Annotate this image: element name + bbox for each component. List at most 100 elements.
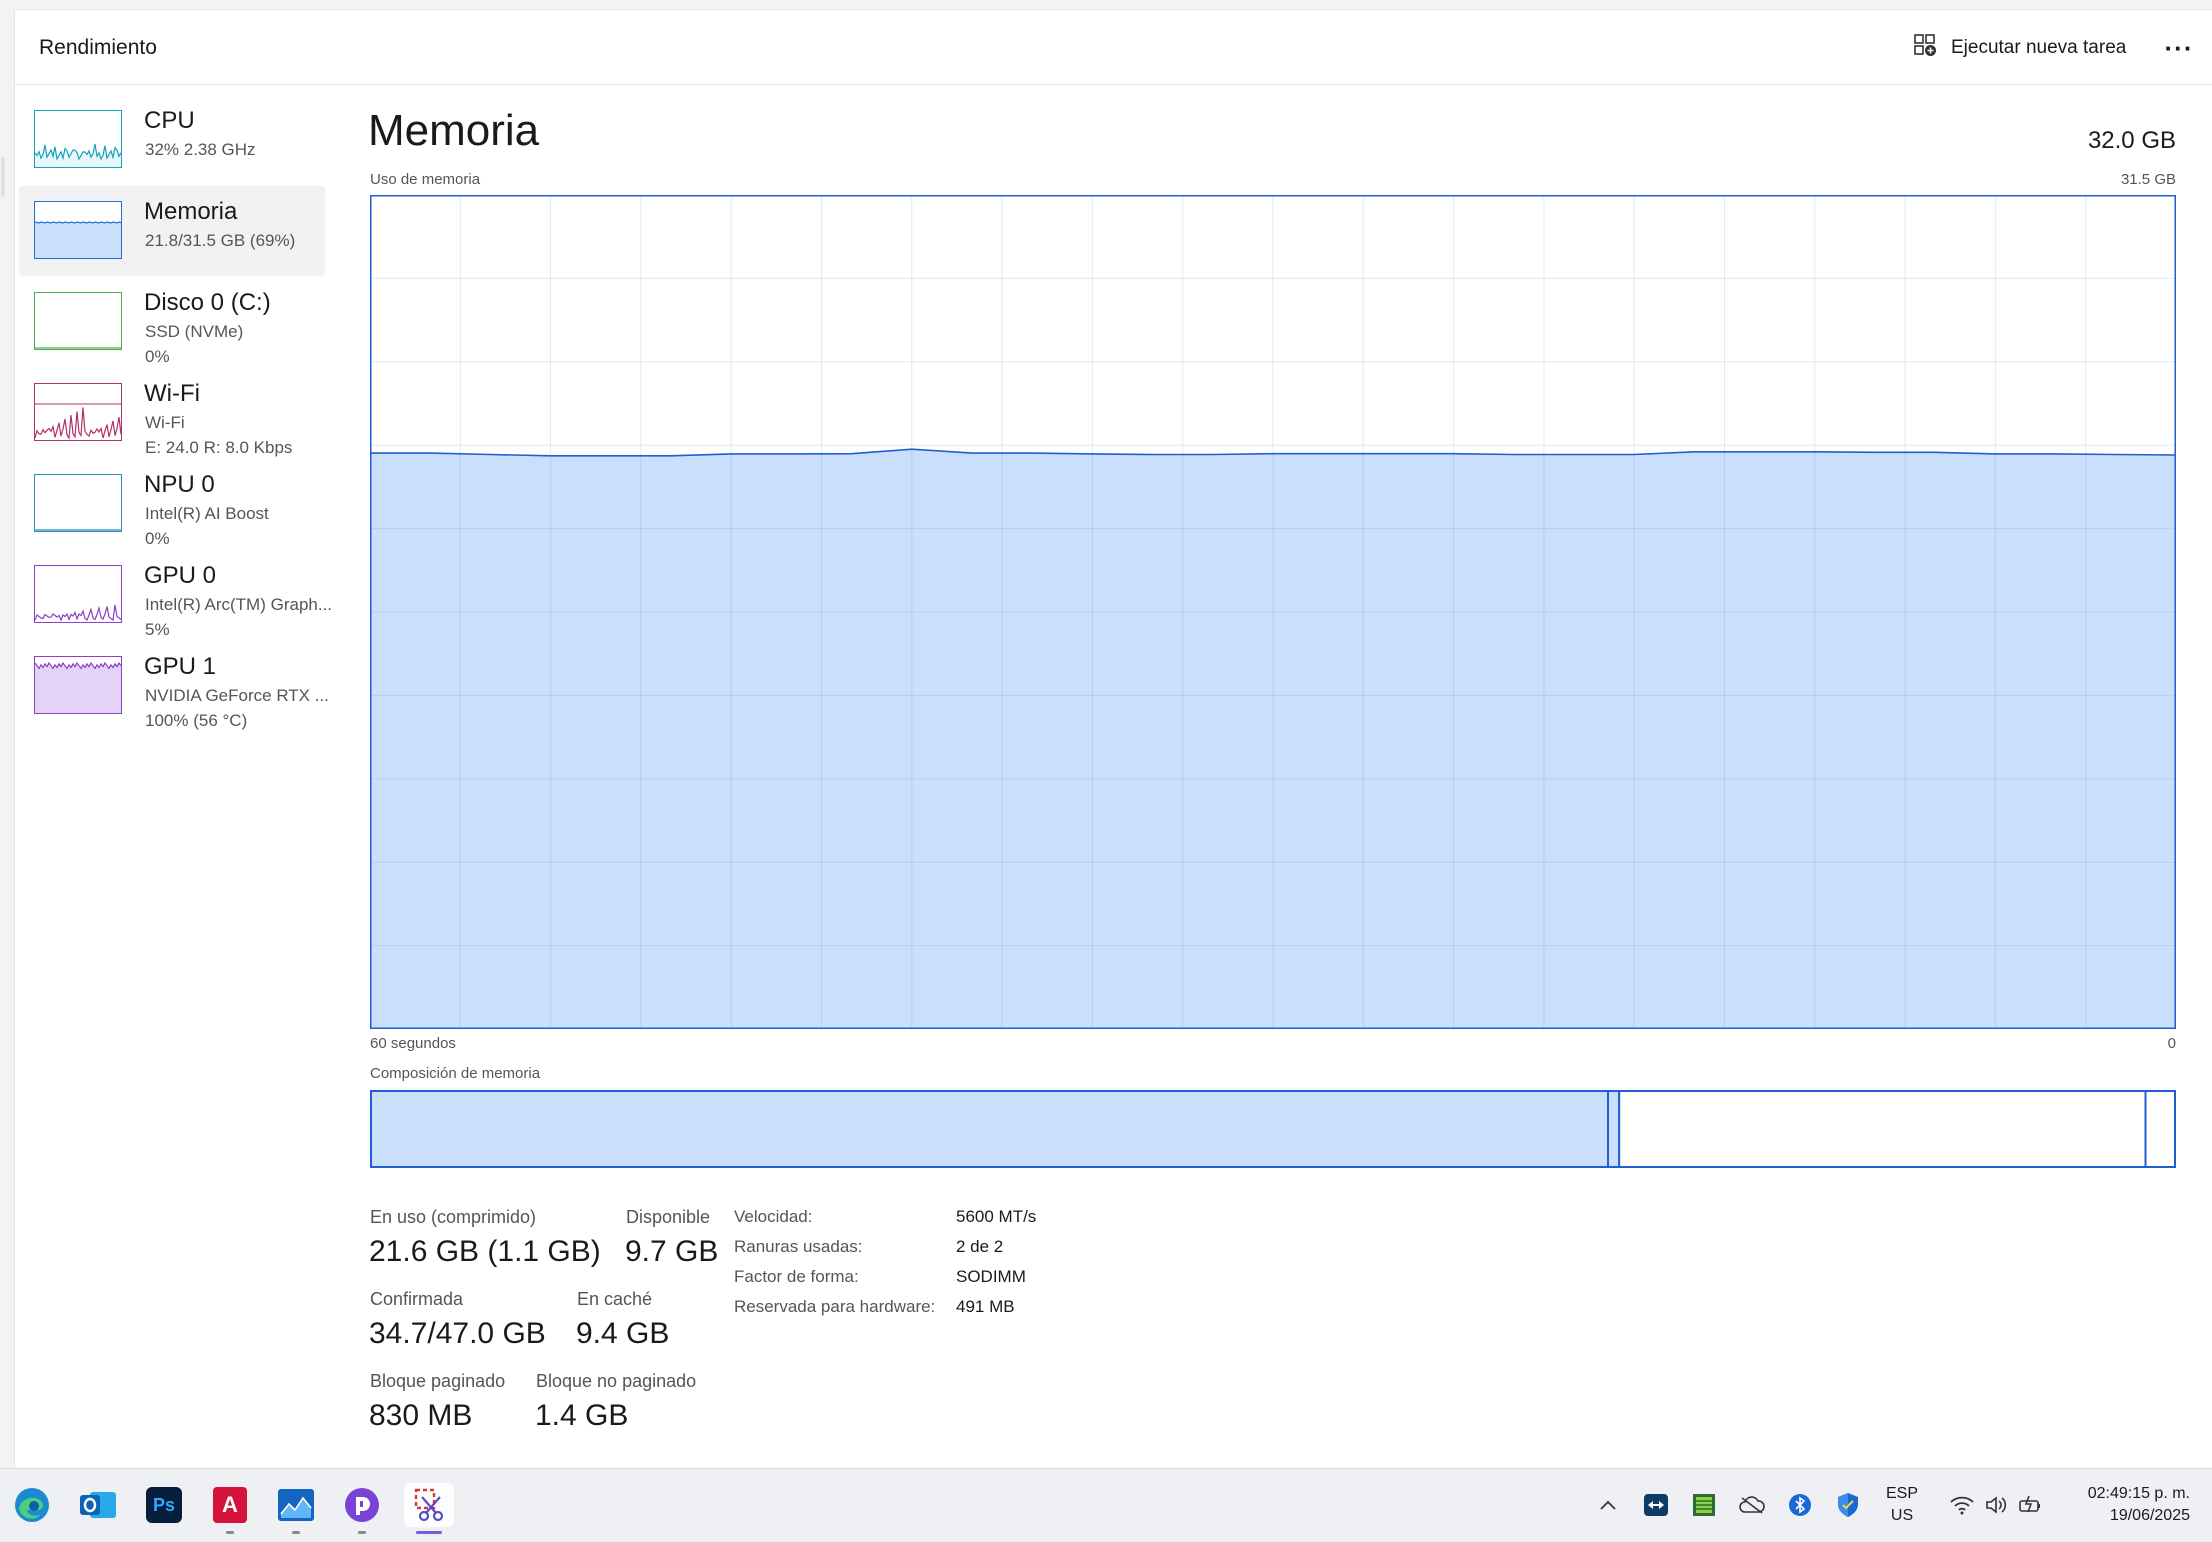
sidebar-item-name: GPU 1 bbox=[144, 653, 217, 680]
clock-time: 02:49:15 p. m. bbox=[2087, 1485, 2190, 1502]
sidebar-item-detail: 32% 2.38 GHz bbox=[145, 140, 256, 159]
run-new-task-label: Ejecutar nueva tarea bbox=[1951, 37, 2127, 58]
in-use-value: 21.6 GB (1.1 GB) bbox=[369, 1235, 601, 1268]
detail-value: SODIMM bbox=[956, 1267, 1026, 1286]
sidebar-item-npu-0[interactable]: NPU 0 Intel(R) AI Boost 0% bbox=[19, 459, 325, 549]
thumbnail-line bbox=[35, 407, 121, 440]
sidebar: CPU 32% 2.38 GHz Memoria 21.8/31.5 GB (69%)… bbox=[1, 85, 333, 1465]
sidebar-item-name: Disco 0 (C:) bbox=[144, 289, 271, 316]
run-new-task-button[interactable]: Ejecutar nueva tarea bbox=[1913, 32, 2126, 64]
autocad-icon[interactable]: A bbox=[208, 1483, 252, 1527]
more-options-button[interactable]: ··· bbox=[2159, 32, 2199, 64]
cached-label: En caché bbox=[577, 1289, 653, 1309]
nonpaged-pool-label: Bloque no paginado bbox=[536, 1371, 697, 1391]
available-label: Disponible bbox=[626, 1207, 711, 1227]
memory-usage-max: 31.5 GB bbox=[2120, 171, 2176, 188]
detail-key: Factor de forma: bbox=[734, 1267, 859, 1286]
sidebar-item-name: NPU 0 bbox=[144, 471, 215, 498]
photoshop-icon[interactable]: Ps bbox=[142, 1483, 186, 1527]
sidebar-thumbnail-graph bbox=[34, 292, 122, 350]
available-value: 9.7 GB bbox=[625, 1235, 719, 1268]
sidebar-item-value: 0% bbox=[145, 347, 170, 366]
sidebar-item-value: 5% bbox=[145, 620, 170, 639]
sidebar-item-memoria[interactable]: Memoria 21.8/31.5 GB (69%) bbox=[19, 186, 325, 276]
input-language-indicator[interactable]: ESP US bbox=[1886, 1483, 1918, 1527]
detail-value: 491 MB bbox=[956, 1297, 1015, 1316]
detail-key: Ranuras usadas: bbox=[734, 1237, 863, 1256]
sidebar-item-cpu[interactable]: CPU 32% 2.38 GHz bbox=[19, 95, 325, 185]
detail-value: 5600 MT/s bbox=[956, 1207, 1037, 1226]
cached-value: 9.4 GB bbox=[576, 1317, 670, 1350]
sidebar-item-name: Wi-Fi bbox=[144, 380, 200, 407]
thumbnail-area bbox=[35, 222, 121, 258]
committed-value: 34.7/47.0 GB bbox=[369, 1317, 546, 1350]
sidebar-item-detail: SSD (NVMe) bbox=[145, 322, 244, 341]
wifi-icon[interactable] bbox=[1946, 1489, 1978, 1521]
detail-value: 2 de 2 bbox=[956, 1237, 1004, 1256]
sidebar-item-detail: NVIDIA GeForce RTX ... bbox=[145, 686, 329, 705]
page-title: Rendimiento bbox=[39, 36, 157, 59]
autocad-label: A bbox=[213, 1487, 247, 1523]
sidebar-item-detail: Intel(R) Arc(TM) Graph... bbox=[145, 595, 333, 614]
sidebar-item-name: Memoria bbox=[144, 198, 238, 225]
sidebar-thumbnail-graph bbox=[34, 474, 122, 532]
sidebar-item-detail: 21.8/31.5 GB (69%) bbox=[145, 231, 296, 250]
memory-total: 32.0 GB bbox=[2087, 127, 2176, 154]
sidebar-item-name: GPU 0 bbox=[144, 562, 217, 589]
language-code: ESP bbox=[1886, 1485, 1919, 1502]
keyboard-layout: US bbox=[1890, 1507, 1914, 1524]
sidebar-item-detail: Intel(R) AI Boost bbox=[145, 504, 269, 523]
outlook-icon[interactable] bbox=[76, 1483, 120, 1527]
bluetooth-icon[interactable] bbox=[1784, 1489, 1816, 1521]
clock-date: 19/06/2025 bbox=[2109, 1507, 2190, 1524]
composition-modified-segment bbox=[1607, 1090, 1621, 1168]
sidebar-item-value: E: 24.0 R: 8.0 Kbps bbox=[145, 438, 293, 457]
composition-in-use-segment bbox=[370, 1090, 1609, 1168]
title-bar: Rendimiento Ejecutar nueva tarea ··· bbox=[15, 10, 2212, 85]
thumbnail-line bbox=[35, 604, 121, 622]
windows-security-icon[interactable] bbox=[1832, 1489, 1864, 1521]
detail-key: Velocidad: bbox=[734, 1207, 813, 1226]
sidebar-item-detail: Wi-Fi bbox=[145, 413, 185, 432]
sidebar-scroll-indicator bbox=[1, 157, 5, 197]
sidebar-thumbnail-graph bbox=[34, 383, 122, 441]
show-hidden-icons-chevron-icon[interactable] bbox=[1592, 1489, 1624, 1521]
composition-standby-segment bbox=[1618, 1090, 2147, 1168]
thumbnail-area bbox=[35, 663, 121, 713]
onedrive-icon[interactable] bbox=[1736, 1489, 1768, 1521]
photoshop-label: Ps bbox=[146, 1487, 182, 1523]
composition-free-segment bbox=[2144, 1090, 2176, 1168]
sidebar-item-gpu-0[interactable]: GPU 0 Intel(R) Arc(TM) Graph... 5% bbox=[19, 550, 332, 640]
memory-composition-bar bbox=[370, 1090, 2176, 1168]
memory-heading: Memoria bbox=[368, 106, 540, 155]
snipping-tool-active-indicator bbox=[416, 1531, 442, 1534]
stocks-icon[interactable] bbox=[274, 1483, 318, 1527]
teamviewer-icon[interactable] bbox=[1640, 1489, 1672, 1521]
volume-icon[interactable] bbox=[1980, 1489, 2012, 1521]
thumbnail-line bbox=[35, 143, 121, 161]
autocad-running-indicator bbox=[226, 1531, 234, 1534]
sidebar-thumbnail-graph bbox=[34, 565, 122, 623]
paged-pool-label: Bloque paginado bbox=[370, 1371, 506, 1391]
clipchamp-icon[interactable] bbox=[340, 1483, 384, 1527]
sidebar-item-value: 100% (56 °C) bbox=[145, 711, 248, 730]
time-axis-start: 60 segundos bbox=[370, 1035, 456, 1052]
sidebar-thumbnail-graph bbox=[34, 201, 122, 259]
sidebar-item-wi-fi[interactable]: Wi-Fi Wi-Fi E: 24.0 R: 8.0 Kbps bbox=[19, 368, 325, 458]
system-clock[interactable]: 02:49:15 p. m. 19/06/2025 bbox=[2040, 1483, 2190, 1527]
paged-pool-value: 830 MB bbox=[369, 1399, 473, 1432]
sidebar-thumbnail-graph bbox=[34, 656, 122, 714]
sidebar-thumbnail-graph bbox=[34, 110, 122, 168]
hardware-monitor-icon[interactable] bbox=[1688, 1489, 1720, 1521]
sidebar-item-gpu-1[interactable]: GPU 1 NVIDIA GeForce RTX ... 100% (56 °C) bbox=[19, 641, 329, 731]
memory-usage-chart bbox=[370, 195, 2176, 1029]
in-use-label: En uso (comprimido) bbox=[370, 1207, 537, 1227]
taskbar: Ps A ESP US 02:49:15 p. m. 19/06/2025 bbox=[0, 1468, 2212, 1542]
snipping-tool-icon[interactable] bbox=[404, 1483, 454, 1527]
committed-label: Confirmada bbox=[370, 1289, 464, 1309]
memory-composition-label: Composición de memoria bbox=[370, 1065, 541, 1082]
nonpaged-pool-value: 1.4 GB bbox=[535, 1399, 629, 1432]
memory-usage-label: Uso de memoria bbox=[370, 171, 481, 188]
edge-icon[interactable] bbox=[10, 1483, 54, 1527]
sidebar-item-disco-0-c[interactable]: Disco 0 (C:) SSD (NVMe) 0% bbox=[19, 277, 325, 367]
